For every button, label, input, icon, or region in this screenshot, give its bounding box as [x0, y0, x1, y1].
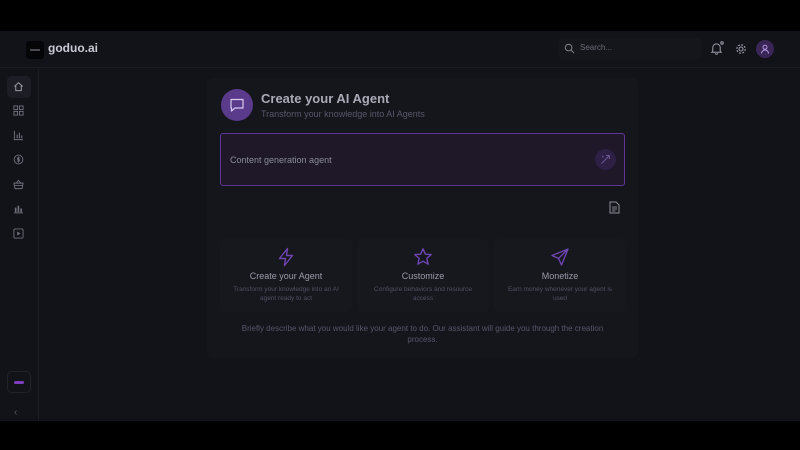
user-avatar[interactable]: [756, 40, 774, 58]
sidebar-item-store[interactable]: [7, 174, 31, 196]
search-icon: [564, 43, 575, 54]
sidebar-item-home[interactable]: [7, 76, 31, 98]
play-square-icon: [13, 228, 24, 239]
page-title: Create your AI Agent: [261, 91, 390, 106]
dashboard-icon: [13, 105, 24, 116]
star-icon: [414, 248, 432, 265]
sidebar-item-charts[interactable]: [7, 125, 31, 147]
agent-description-input[interactable]: Content generation agent: [220, 133, 625, 186]
feature-card-customize[interactable]: Customize Configure behaviors and resour…: [357, 239, 489, 312]
sidebar-item-media[interactable]: [7, 223, 31, 245]
app-window: goduo.ai Search... ‹ Create your AI Agen…: [0, 31, 800, 421]
collapse-sidebar-button[interactable]: ‹: [14, 407, 17, 418]
page-subtitle: Transform your knowledge into AI Agents: [261, 109, 425, 119]
document-icon[interactable]: [609, 201, 620, 214]
lightning-icon: [278, 247, 294, 267]
helper-text: Briefly describe what you would like you…: [241, 324, 604, 344]
feature-description: Configure behaviors and resource access: [374, 286, 472, 302]
basket-icon: [13, 179, 24, 190]
dollar-circle-icon: [13, 154, 24, 165]
chat-bubble-icon: [230, 98, 244, 112]
home-icon: [14, 81, 23, 92]
chat-bubble-avatar: [221, 89, 253, 121]
sidebar: ‹: [0, 69, 39, 421]
sidebar-item-earnings[interactable]: [7, 149, 31, 171]
logo[interactable]: [26, 41, 44, 59]
feature-description: Earn money whenever your agent is used: [507, 286, 613, 302]
top-bar: goduo.ai Search...: [0, 31, 800, 68]
sparkle-send-icon: [601, 154, 611, 164]
feature-card-monetize[interactable]: Monetize Earn money whenever your agent …: [494, 239, 626, 312]
create-agent-card: Create your AI Agent Transform your know…: [207, 78, 638, 358]
bar-chart-icon: [13, 130, 24, 141]
analytics-icon: [13, 205, 24, 214]
feature-title: Customize: [401, 271, 445, 281]
submit-button[interactable]: [595, 149, 616, 170]
feature-description: Transform your knowledge into an AI agen…: [233, 286, 339, 302]
search-placeholder: Search...: [580, 43, 613, 52]
feature-title: Monetize: [541, 271, 579, 281]
search-input[interactable]: Search...: [558, 38, 702, 60]
feature-title: Create your Agent: [249, 271, 323, 281]
user-icon: [761, 44, 769, 54]
sidebar-item-analytics[interactable]: [7, 198, 31, 220]
feature-card-create[interactable]: Create your Agent Transform your knowled…: [220, 239, 352, 312]
agent-description-value: Content generation agent: [230, 155, 332, 165]
send-icon: [551, 248, 569, 266]
gear-icon[interactable]: [735, 43, 747, 55]
brand-name[interactable]: goduo.ai: [48, 41, 98, 55]
sidebar-item-dashboard[interactable]: [7, 100, 31, 122]
notification-dot: [720, 41, 724, 45]
sidebar-item-upgrade[interactable]: [7, 371, 31, 393]
